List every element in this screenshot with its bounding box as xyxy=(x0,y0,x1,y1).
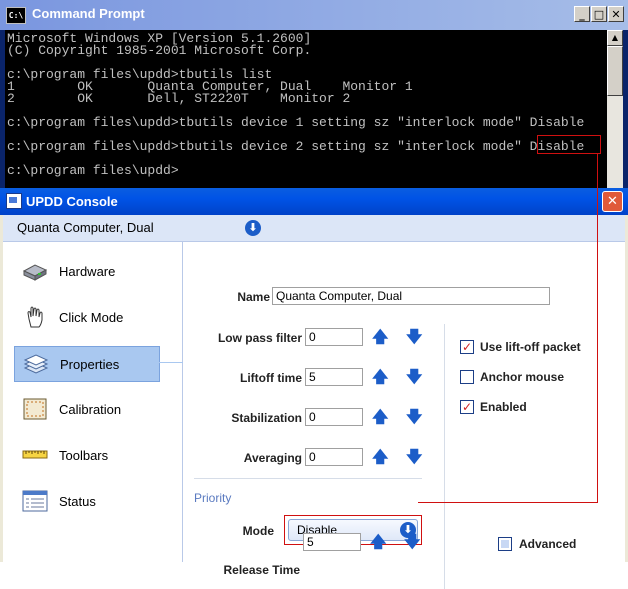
anchor-mouse-checkbox[interactable] xyxy=(460,370,474,384)
command-prompt-title-bar[interactable]: C:\ Command Prompt _ □ ✕ xyxy=(0,0,628,30)
decrease-arrow-icon[interactable]: 🡇 xyxy=(406,329,422,345)
console-line: c:\program files\updd>tbutils device 1 s… xyxy=(7,115,585,130)
close-button[interactable]: ✕ xyxy=(608,6,624,22)
increase-arrow-icon[interactable]: 🡅 xyxy=(372,369,388,385)
hand-pointer-icon xyxy=(27,306,43,328)
minimize-button[interactable]: _ xyxy=(574,6,590,22)
use-lift-off-packet-checkbox[interactable]: ✓ xyxy=(460,340,474,354)
ruler-icon xyxy=(22,450,48,459)
selection-connector xyxy=(159,362,183,363)
command-prompt-window: C:\ Command Prompt _ □ ✕ Microsoft Windo… xyxy=(0,0,628,196)
sidebar-item-label: Toolbars xyxy=(59,448,109,463)
column-divider xyxy=(444,324,445,589)
maximize-button[interactable]: □ xyxy=(591,6,607,22)
updd-content: Quanta Computer, Dual ⬇ Hardware Click M… xyxy=(3,215,625,589)
scroll-thumb[interactable] xyxy=(607,46,623,96)
sidebar-item-label: Click Mode xyxy=(59,310,124,325)
console-line: c:\program files\updd>tbutils device 2 s… xyxy=(7,139,585,154)
name-field[interactable]: Quanta Computer, Dual xyxy=(272,287,550,305)
increase-arrow-icon[interactable]: 🡅 xyxy=(372,409,388,425)
vertical-scrollbar[interactable]: ▲ xyxy=(607,30,623,196)
low-pass-filter-field[interactable]: 0 xyxy=(305,328,363,346)
close-button[interactable]: ✕ xyxy=(602,191,623,212)
layers-icon xyxy=(23,354,49,374)
command-prompt-icon: C:\ xyxy=(6,7,26,24)
low-pass-filter-label: Low pass filter xyxy=(217,331,302,345)
decrease-arrow-icon[interactable]: 🡇 xyxy=(406,369,422,385)
sidebar-item-label: Calibration xyxy=(59,402,122,417)
stabilization-field[interactable]: 0 xyxy=(305,408,363,426)
properties-panel: Name Quanta Computer, Dual Low pass filt… xyxy=(184,242,625,589)
advanced-button[interactable]: Advanced xyxy=(519,537,576,551)
increase-arrow-icon[interactable]: 🡅 xyxy=(372,329,388,345)
increase-arrow-icon[interactable]: 🡅 xyxy=(370,534,386,550)
device-selector[interactable]: Quanta Computer, Dual ⬇ xyxy=(3,215,625,242)
advanced-icon[interactable] xyxy=(498,537,512,551)
sidebar-item-label: Properties xyxy=(60,357,120,372)
stabilization-label: Stabilization xyxy=(231,411,302,425)
mode-label: Mode xyxy=(242,524,274,538)
sidebar-divider xyxy=(182,242,183,562)
sidebar-item-label: Status xyxy=(59,494,96,509)
window-title: UPDD Console xyxy=(26,194,118,209)
console-line: c:\program files\updd> xyxy=(7,163,179,178)
updd-console-window: UPDD Console ✕ Quanta Computer, Dual ⬇ H… xyxy=(0,188,628,589)
console-output[interactable]: Microsoft Windows XP [Version 5.1.2600] … xyxy=(5,30,623,196)
name-label: Name xyxy=(237,290,270,304)
sidebar-item-click-mode[interactable]: Click Mode xyxy=(14,300,160,336)
sidebar: Hardware Click Mode Properties Calibrati… xyxy=(3,242,181,562)
liftoff-time-label: Liftoff time xyxy=(240,371,302,385)
averaging-label: Averaging xyxy=(243,451,302,465)
increase-arrow-icon[interactable]: 🡅 xyxy=(372,449,388,465)
sidebar-item-properties[interactable]: Properties xyxy=(14,346,160,382)
averaging-field[interactable]: 0 xyxy=(305,448,363,466)
device-dropdown-icon[interactable]: ⬇ xyxy=(245,220,261,236)
highlight-box-disable xyxy=(537,135,601,154)
priority-heading: Priority xyxy=(194,491,232,505)
enabled-label: Enabled xyxy=(480,400,527,414)
liftoff-time-field[interactable]: 5 xyxy=(305,368,363,386)
hardware-icon xyxy=(22,264,48,281)
sidebar-item-label: Hardware xyxy=(59,264,116,279)
anchor-mouse-label: Anchor mouse xyxy=(480,370,565,384)
annotation-connector xyxy=(597,154,598,503)
console-line: (C) Copyright 1985-2001 Microsoft Corp. xyxy=(7,43,312,58)
sidebar-item-calibration[interactable]: Calibration xyxy=(14,392,160,428)
console-line: 2 OK Dell, ST2220T Monitor 2 xyxy=(7,91,351,106)
decrease-arrow-icon[interactable]: 🡇 xyxy=(406,409,422,425)
sidebar-item-hardware[interactable]: Hardware xyxy=(14,254,160,290)
decrease-arrow-icon[interactable]: 🡇 xyxy=(406,449,422,465)
scroll-up-icon[interactable]: ▲ xyxy=(607,30,623,46)
status-list-icon xyxy=(22,490,48,512)
device-name: Quanta Computer, Dual xyxy=(17,220,154,235)
annotation-connector xyxy=(418,502,598,503)
updd-title-bar[interactable]: UPDD Console ✕ xyxy=(0,188,628,215)
calibration-icon xyxy=(23,398,47,420)
release-time-label: Release Time xyxy=(223,563,301,577)
decrease-arrow-icon[interactable]: 🡇 xyxy=(404,534,420,550)
enabled-checkbox[interactable]: ✓ xyxy=(460,400,474,414)
sidebar-item-toolbars[interactable]: Toolbars xyxy=(14,438,160,474)
window-title: Command Prompt xyxy=(32,6,145,21)
sidebar-item-status[interactable]: Status xyxy=(14,484,160,520)
updd-app-icon xyxy=(6,193,22,209)
release-time-field[interactable]: 5 xyxy=(303,533,361,551)
section-divider xyxy=(194,478,422,479)
use-lift-off-packet-label: Use lift-off packet xyxy=(480,340,581,354)
